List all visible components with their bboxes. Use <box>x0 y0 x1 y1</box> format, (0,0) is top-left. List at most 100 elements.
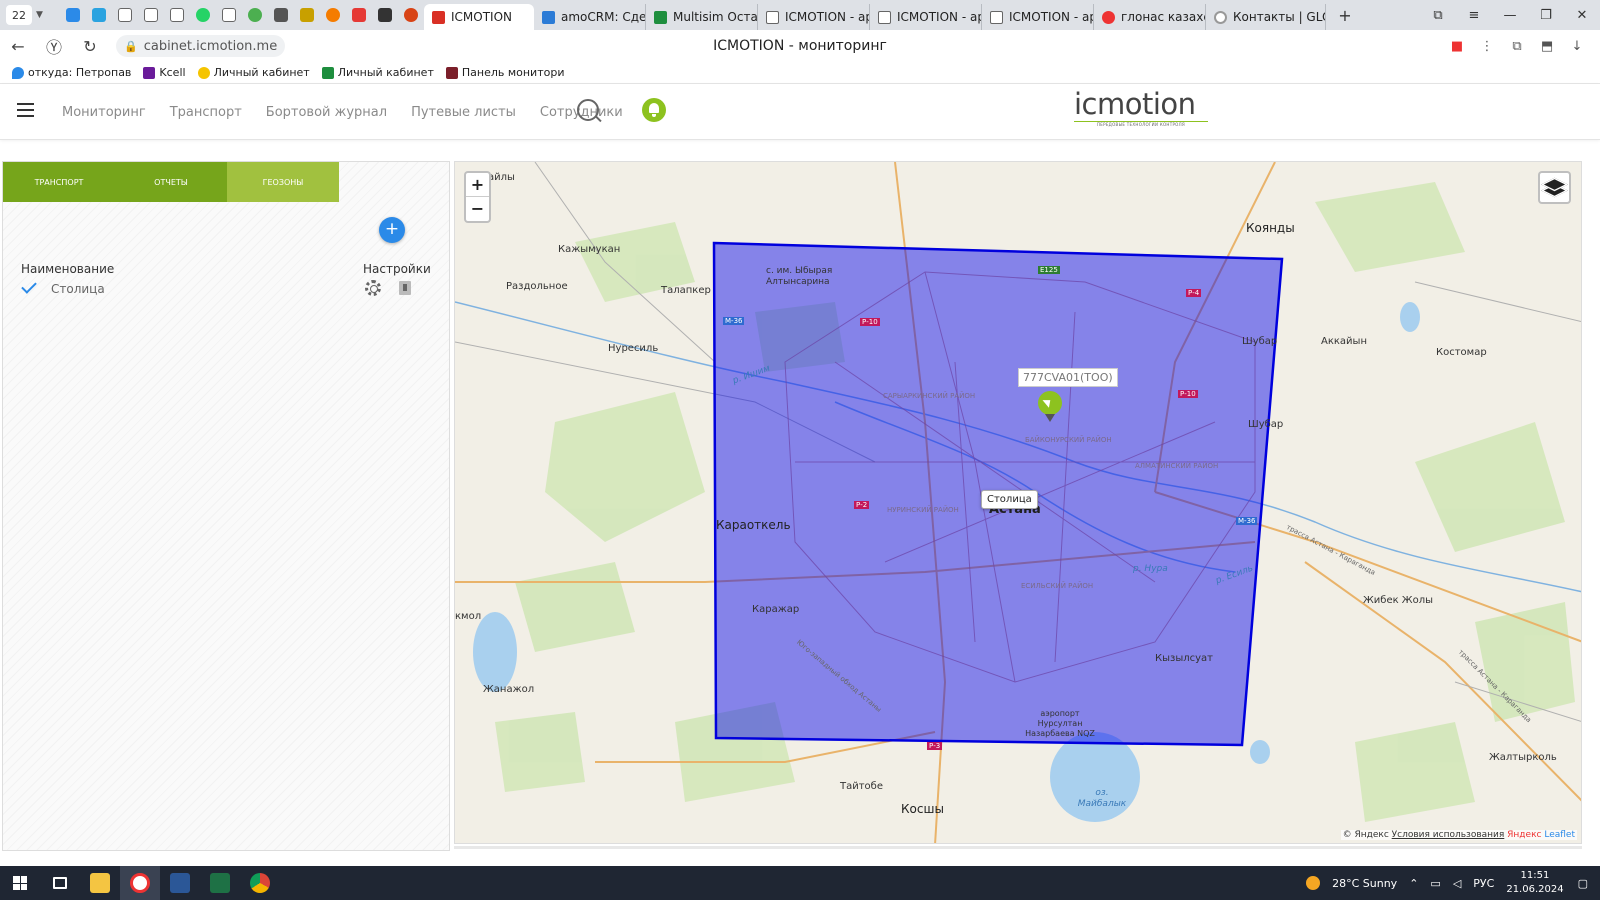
nav-transport[interactable]: Транспорт <box>170 105 242 120</box>
volume-icon[interactable]: ◁ <box>1453 877 1461 890</box>
chrome-button[interactable] <box>240 866 280 900</box>
system-tray: 28°C Sunny ⌃ ▭ ◁ РУС 11:51 21.06.2024 ▢ <box>1306 866 1600 900</box>
start-button[interactable] <box>0 866 40 900</box>
document-icon[interactable] <box>170 8 184 22</box>
map-label: Кызылсуат <box>1155 653 1213 664</box>
kcell-icon <box>143 66 156 79</box>
minimize-button[interactable]: — <box>1492 8 1528 23</box>
column-header-name: Наименование <box>21 262 115 276</box>
tab-amocrm[interactable]: amoCRM: Сдел <box>534 4 646 30</box>
downloads-icon[interactable]: ⬒ <box>1532 39 1562 54</box>
tab-multisim[interactable]: Multisim Остат <box>646 4 758 30</box>
restore-button[interactable]: ❐ <box>1528 8 1564 23</box>
map-label: Каражар <box>752 604 800 615</box>
power-icon[interactable] <box>326 8 340 22</box>
tab-geozones[interactable]: ГЕОЗОНЫ <box>227 162 339 202</box>
document-icon[interactable] <box>118 8 132 22</box>
bookmark-icon[interactable]: ■ <box>1442 39 1472 54</box>
document-icon[interactable] <box>144 8 158 22</box>
tab-glonass[interactable]: глонас казахст <box>1094 4 1206 30</box>
tab-icmotion-2[interactable]: ICMOTION - ар <box>758 4 870 30</box>
explorer-button[interactable] <box>80 866 120 900</box>
close-button[interactable]: ✕ <box>1564 8 1600 23</box>
document-icon[interactable] <box>222 8 236 22</box>
yandex-link[interactable]: Яндекс <box>1507 830 1541 840</box>
language-indicator[interactable]: РУС <box>1473 877 1494 890</box>
checkmark-icon[interactable] <box>21 281 39 295</box>
map-label-lake: оз. Майбалык <box>1077 788 1127 809</box>
bookmark-item[interactable]: откуда: Петропав <box>12 66 131 79</box>
tab-icmotion-4[interactable]: ICMOTION - ар <box>982 4 1094 30</box>
ic-icon[interactable] <box>274 8 288 22</box>
tab-counter[interactable]: 22 <box>6 5 32 25</box>
excel-button[interactable] <box>200 866 240 900</box>
bookmark-item[interactable]: Личный кабинет <box>197 66 310 79</box>
zoom-out-button[interactable]: − <box>466 197 489 221</box>
task-view-button[interactable] <box>40 866 80 900</box>
hh-icon[interactable] <box>378 8 392 22</box>
weather-text[interactable]: 28°C Sunny <box>1332 877 1397 890</box>
add-geozone-button[interactable]: + <box>379 217 405 243</box>
gear-icon[interactable] <box>365 280 381 296</box>
menu-icon[interactable]: ≡ <box>1456 8 1492 23</box>
map-label-airport: аэропорт Нурсултан Назарбаева NQZ <box>1025 709 1095 738</box>
chat-icon[interactable] <box>66 8 80 22</box>
more-icon[interactable]: ⋮ <box>1472 39 1502 54</box>
fox-icon[interactable] <box>404 8 418 22</box>
layers-button[interactable] <box>1538 171 1571 204</box>
new-tab-button[interactable]: + <box>1334 4 1356 26</box>
tab-reports[interactable]: ОТЧЕТЫ <box>115 162 227 202</box>
hamburger-menu-icon[interactable] <box>17 103 34 117</box>
map-label: Раздольное <box>506 281 568 292</box>
document-icon <box>766 10 779 24</box>
chevron-up-icon[interactable]: ⌃ <box>1409 877 1418 890</box>
tab-transport[interactable]: ТРАНСПОРТ <box>3 162 115 202</box>
download-arrow-icon[interactable]: ↓ <box>1562 39 1592 54</box>
bell-icon[interactable] <box>642 98 666 122</box>
bookmark-item[interactable]: Панель монитори <box>445 66 564 79</box>
map-label: Караоткель <box>716 518 791 532</box>
bookmarks-icon[interactable]: ⧉ <box>1420 8 1456 23</box>
whatsapp-icon[interactable] <box>196 8 210 22</box>
telegram-icon[interactable] <box>92 8 106 22</box>
vehicle-marker-icon[interactable] <box>1038 391 1062 415</box>
notification-icon[interactable]: ▢ <box>1578 877 1588 890</box>
search-icon[interactable] <box>577 99 599 121</box>
bookmark-item[interactable]: Kcell <box>143 66 186 79</box>
bookmark-item[interactable]: Личный кабинет <box>321 66 434 79</box>
nav-waybills[interactable]: Путевые листы <box>411 105 516 120</box>
zoom-in-button[interactable]: + <box>466 173 489 197</box>
map-label-district: НУРИНСКИЙ РАЙОН <box>887 506 959 514</box>
terms-link[interactable]: Условия использования <box>1392 830 1505 840</box>
vehicle-label[interactable]: 777CVA01(ТОО) <box>1018 368 1118 387</box>
nav-logbook[interactable]: Бортовой журнал <box>266 105 387 120</box>
yandex-icon[interactable]: Ⓨ <box>36 34 72 58</box>
trash-icon[interactable] <box>399 281 411 295</box>
chevron-down-icon[interactable]: ▼ <box>36 10 50 20</box>
map-view[interactable]: айлы Кажымукан Раздольное Талапкер Нурес… <box>454 161 1582 844</box>
loading-icon <box>1214 10 1227 24</box>
network-icon[interactable]: ▭ <box>1430 877 1440 890</box>
windows-icon <box>13 876 27 890</box>
map-label: Шубар <box>1242 336 1278 347</box>
stack-icon[interactable] <box>300 8 314 22</box>
yandex-browser-button[interactable] <box>120 866 160 900</box>
extensions-icon[interactable]: ⧉ <box>1502 39 1532 54</box>
check-icon[interactable] <box>248 8 262 22</box>
url-field[interactable]: 🔒 cabinet.icmotion.me <box>116 35 286 57</box>
tab-label: amoCRM: Сдел <box>561 10 646 24</box>
reload-button[interactable]: ↻ <box>72 37 108 56</box>
tab-icmotion[interactable]: ICMOTION <box>424 4 534 30</box>
leaflet-link[interactable]: Leaflet <box>1544 830 1575 840</box>
nav-monitoring[interactable]: Мониторинг <box>62 105 146 120</box>
clock[interactable]: 11:51 21.06.2024 <box>1506 869 1563 897</box>
windows-taskbar: 28°C Sunny ⌃ ▭ ◁ РУС 11:51 21.06.2024 ▢ <box>0 866 1600 900</box>
horizontal-scrollbar[interactable] <box>454 846 1582 849</box>
back-button[interactable]: ← <box>0 37 36 56</box>
geozone-name[interactable]: Столица <box>51 282 105 296</box>
tab-icmotion-3[interactable]: ICMOTION - ар <box>870 4 982 30</box>
word-button[interactable] <box>160 866 200 900</box>
v-icon <box>321 66 334 79</box>
mail-icon[interactable] <box>352 8 366 22</box>
tab-contacts[interactable]: Контакты | GLO <box>1206 4 1326 30</box>
